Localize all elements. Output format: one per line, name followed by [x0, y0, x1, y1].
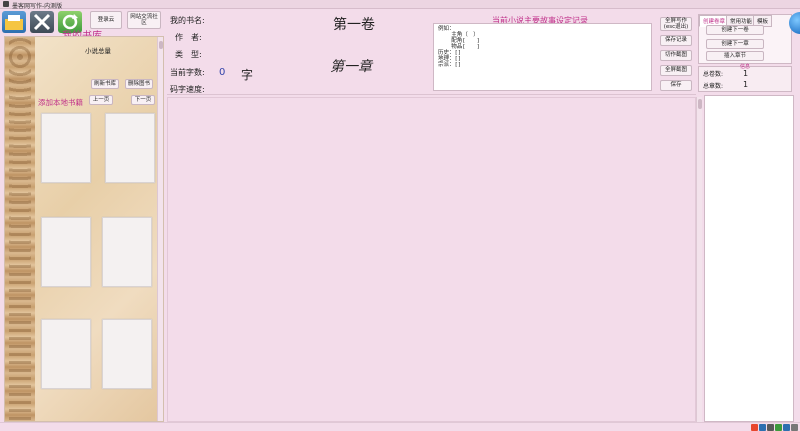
system-tray	[750, 424, 798, 431]
window-titlebar: 墨客网写作-内测版	[0, 0, 800, 10]
chapter-title[interactable]: 第一章	[330, 56, 372, 76]
open-book-icon[interactable]	[2, 11, 26, 33]
editor-scrollbar[interactable]	[696, 97, 702, 422]
create-next-volume-button[interactable]: 创建下一卷	[706, 25, 764, 35]
chinese-mode-icon[interactable]	[759, 424, 766, 431]
moon-icon[interactable]	[767, 424, 774, 431]
full-screenshot-button[interactable]: 全屏截图	[660, 65, 692, 76]
create-next-chapter-button[interactable]: 创建下一章	[706, 39, 764, 49]
total-volumes-label: 总卷数:	[703, 71, 724, 78]
total-volumes-value: 1	[743, 69, 749, 78]
forum-button[interactable]: 网站交流社区	[127, 11, 161, 29]
tools-icon[interactable]	[30, 11, 54, 33]
keyboard-icon[interactable]	[783, 424, 790, 431]
book-cover-slot[interactable]	[41, 217, 91, 287]
total-chapters-label: 总章数:	[703, 83, 724, 90]
header-divider	[167, 94, 696, 95]
save-button[interactable]: 保存	[660, 80, 692, 91]
story-notes-textarea[interactable]: 例如： 主角（ ） 配角[ ] 物品[ ] 历史：[] 地理：[] 宗派：[]	[433, 23, 652, 91]
genre-label: 类 型:	[175, 50, 202, 59]
book-cover-slot[interactable]	[41, 319, 91, 389]
fullscreen-writing-button[interactable]: 全屏写作 (esc退出)	[660, 17, 692, 31]
word-count-label: 当前字数:	[170, 68, 205, 77]
library-scrollbar[interactable]	[157, 37, 163, 421]
app-icon	[3, 1, 9, 7]
chapter-editor[interactable]	[167, 97, 696, 422]
novel-total-label: 小说总量	[85, 47, 111, 55]
editor-scrollbar-thumb[interactable]	[698, 99, 702, 109]
total-chapters-value: 1	[743, 80, 749, 89]
author-label: 作 者:	[175, 33, 202, 42]
delete-book-button[interactable]: 删除图书	[125, 79, 153, 89]
insert-chapter-button[interactable]: 插入章节	[706, 51, 764, 61]
library-panel: 小说总量 刷新书库 删除图书 添加本地书籍 上一页 下一页	[4, 36, 164, 422]
status-bar	[0, 422, 800, 431]
next-page-button[interactable]: 下一页	[131, 95, 155, 105]
book-name-label: 我的书名:	[170, 16, 205, 25]
library-scrollbar-thumb[interactable]	[159, 41, 163, 49]
wood-carving-decoration	[5, 37, 35, 421]
save-record-button[interactable]: 保存记录	[660, 35, 692, 46]
book-cover-slot[interactable]	[41, 113, 91, 183]
refresh-library-button[interactable]: 刷新书库	[91, 79, 119, 89]
word-unit: 字	[241, 68, 254, 82]
book-cover-slot[interactable]	[102, 319, 152, 389]
punctuation-icon[interactable]	[775, 424, 782, 431]
word-count-value: 0	[219, 67, 226, 78]
book-cover-slot[interactable]	[102, 217, 152, 287]
window-title: 墨客网写作-内测版	[12, 3, 63, 10]
chapter-list[interactable]	[704, 95, 794, 422]
cut-screenshot-button[interactable]: 切作截图	[660, 50, 692, 61]
volume-title[interactable]: 第一卷	[333, 14, 375, 34]
input-method-icon[interactable]	[751, 424, 758, 431]
settings-icon[interactable]	[791, 424, 798, 431]
book-cover-slot[interactable]	[105, 113, 155, 183]
prev-page-button[interactable]: 上一页	[89, 95, 113, 105]
add-local-book-link[interactable]: 添加本地书籍	[38, 97, 83, 108]
